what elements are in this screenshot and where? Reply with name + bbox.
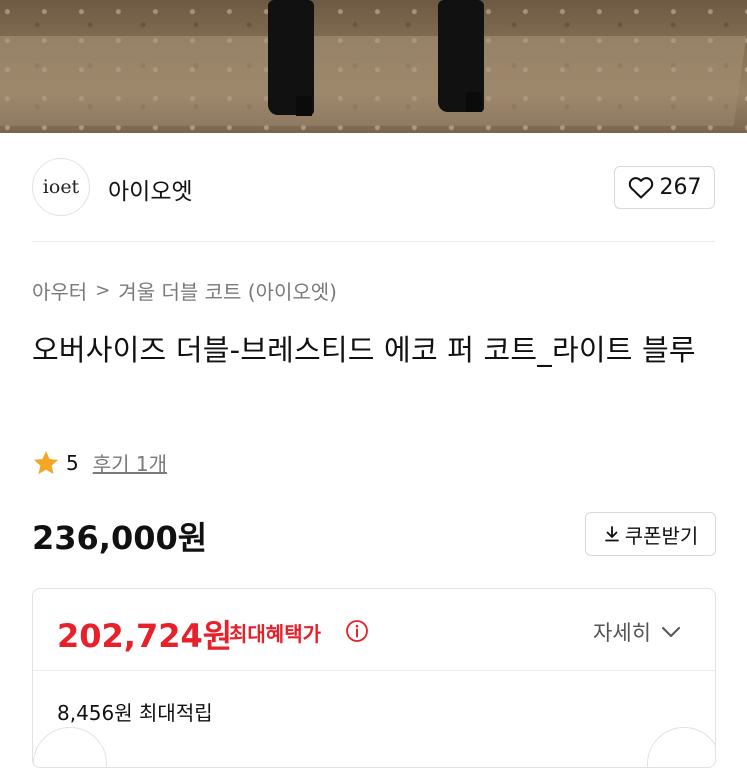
rating-row: 5 후기 1개 [32,448,167,477]
product-image-floor [0,36,747,126]
chevron-down-icon [661,627,680,637]
chevron-right-icon: > [95,280,111,301]
like-button[interactable]: 267 [614,166,715,209]
info-circle-icon[interactable] [345,619,369,643]
product-image-heel-right [466,92,482,112]
brand-row: ioet 아이오엣 267 [0,133,747,242]
benefit-box: 202,724원 최대혜택가 자세히 8,456원 최대적립 [32,588,716,768]
detail-toggle[interactable]: 자세히 [593,617,681,647]
payment-option-icon-right[interactable] [647,727,715,767]
benefit-summary: 202,724원 최대혜택가 자세히 [33,589,715,671]
reviews-link[interactable]: 후기 1개 [93,448,167,477]
rating-value: 5 [66,450,79,475]
brand-logo-text: ioet [42,176,80,198]
coupon-button[interactable]: 쿠폰받기 [585,512,716,556]
brand-name[interactable]: 아이오엣 [108,172,193,206]
divider [32,241,715,242]
breadcrumb: 아우터 > 겨울 더블 코트 (아이오엣) [32,276,337,305]
heart-outline-icon [628,176,653,198]
product-title: 오버사이즈 더블-브레스티드 에코 퍼 코트_라이트 블루 [32,333,696,367]
like-count: 267 [659,175,702,200]
max-benefit-label: 최대혜택가 [229,622,321,646]
max-benefit-price: 202,724원 [57,617,233,655]
breadcrumb-item-category[interactable]: 겨울 더블 코트 (아이오엣) [118,276,337,305]
product-price: 236,000원 [32,519,208,557]
product-image[interactable] [0,0,747,133]
breadcrumb-item-outer[interactable]: 아우터 [32,276,87,305]
brand-logo[interactable]: ioet [32,158,90,216]
star-icon [33,450,59,474]
payment-option-icon-left[interactable] [33,727,107,767]
product-image-heel-left [296,96,312,116]
detail-label: 자세히 [593,621,651,645]
max-points: 8,456원 최대적립 [57,701,213,725]
coupon-label: 쿠폰받기 [624,523,699,548]
download-icon [604,526,619,542]
